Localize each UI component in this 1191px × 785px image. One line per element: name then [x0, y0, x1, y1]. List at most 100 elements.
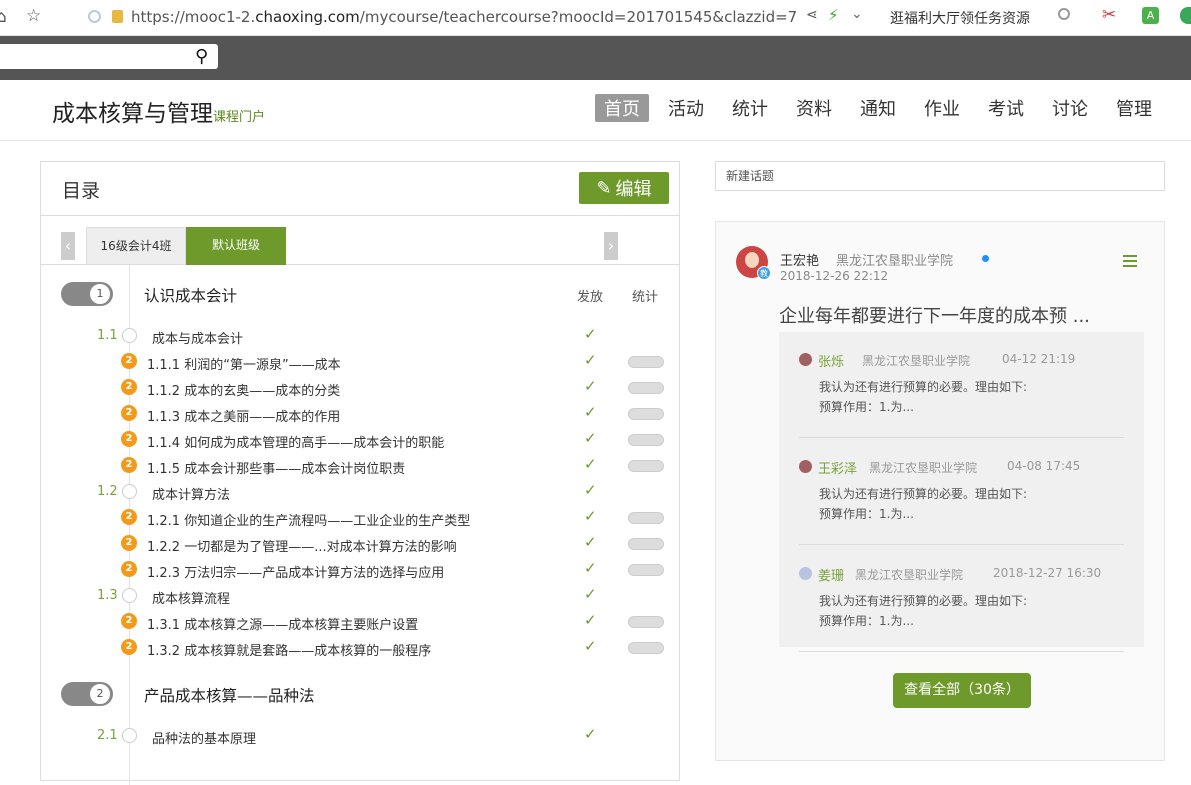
chapter-toggle[interactable]: 1	[61, 282, 113, 306]
post-author[interactable]: 王宏艳	[780, 250, 819, 269]
check-icon[interactable]: ✓	[584, 507, 597, 525]
view-all-button[interactable]: 查看全部（30条）	[893, 673, 1031, 708]
count-badge: 2	[121, 613, 137, 629]
reply-item: 王彩泽 黑龙江农垦职业学院 04-08 17:45 我认为还有进行预算的必要。理…	[799, 439, 1124, 545]
check-icon[interactable]: ✓	[584, 455, 597, 473]
stats-toggle[interactable]	[628, 460, 664, 472]
star-icon[interactable]: ☆	[26, 6, 41, 26]
stats-toggle[interactable]	[628, 356, 664, 368]
tab-default-class[interactable]: 默认班级	[186, 227, 286, 265]
extension2-icon[interactable]	[1180, 7, 1191, 24]
nav-homework[interactable]: 作业	[915, 94, 969, 122]
nav-activities[interactable]: 活动	[659, 94, 713, 122]
count-badge: 2	[121, 379, 137, 395]
course-header: 成本核算与管理课程门户 首页 活动 统计 资料 通知 作业 考试 讨论 管理	[0, 80, 1191, 141]
section-row[interactable]: 2.1 品种法的基本原理 ✓	[41, 725, 679, 749]
bookmark-link[interactable]: 逛福利大厅领任务资源	[890, 8, 1030, 28]
chapter-header: 2 产品成本核算——品种法	[41, 682, 679, 710]
edit-button[interactable]: ✎ 编辑	[579, 172, 669, 204]
check-icon[interactable]: ✓	[584, 533, 597, 551]
check-icon[interactable]: ✓	[584, 725, 597, 743]
count-badge: 2	[121, 457, 137, 473]
stats-toggle[interactable]	[628, 408, 664, 420]
url-field[interactable]: https://mooc1-2.chaoxing.com/mycourse/te…	[131, 8, 796, 26]
avatar[interactable]	[799, 567, 812, 580]
check-icon[interactable]: ✓	[584, 637, 597, 655]
tab-prev-arrow[interactable]: ‹	[61, 232, 75, 260]
lesson-row[interactable]: 2 1.2.1 你知道企业的生产流程吗——工业企业的生产类型 ✓	[41, 507, 679, 531]
search-input[interactable]	[0, 44, 218, 69]
lesson-row[interactable]: 2 1.3.1 成本核算之源——成本核算主要账户设置 ✓	[41, 611, 679, 635]
course-title: 成本核算与管理课程门户	[52, 101, 266, 127]
chapter-header: 1 认识成本会计 发放 统计	[41, 282, 679, 310]
check-icon[interactable]: ✓	[584, 585, 597, 603]
nav-home[interactable]: 首页	[595, 94, 649, 122]
section-row[interactable]: 1.1 成本与成本会计 ✓	[41, 325, 679, 349]
post-school: 黑龙江农垦职业学院	[836, 254, 954, 269]
lesson-row[interactable]: 2 1.2.2 一切都是为了管理——...对成本计算方法的影响 ✓	[41, 533, 679, 557]
stats-toggle[interactable]	[628, 434, 664, 446]
search-icon[interactable]: ⚲	[195, 46, 208, 67]
home-icon[interactable]: ⌂	[0, 7, 7, 27]
nav-notices[interactable]: 通知	[851, 94, 905, 122]
check-icon[interactable]: ✓	[584, 611, 597, 629]
check-icon[interactable]: ✓	[584, 325, 597, 343]
tab-next-arrow[interactable]: ›	[604, 232, 618, 260]
share-icon[interactable]: ⋖	[806, 7, 818, 23]
stats-toggle[interactable]	[628, 642, 664, 654]
course-portal-link[interactable]: 课程门户	[213, 110, 265, 125]
count-badge: 2	[121, 561, 137, 577]
menu-icon[interactable]	[1123, 255, 1137, 267]
avatar[interactable]	[799, 353, 812, 366]
stats-toggle[interactable]	[628, 564, 664, 576]
count-badge: 2	[121, 639, 137, 655]
lesson-row[interactable]: 2 1.2.3 万法归宗——产品成本计算方法的选择与应用 ✓	[41, 559, 679, 583]
nav-materials[interactable]: 资料	[787, 94, 841, 122]
check-icon[interactable]: ✓	[584, 481, 597, 499]
count-badge: 2	[121, 353, 137, 369]
reply-item: 姜珊 黑龙江农垦职业学院 2018-12-27 16:30 我认为还有进行预算的…	[799, 546, 1124, 652]
tab-class-4[interactable]: 16级会计4班	[86, 227, 186, 265]
status-circle	[122, 484, 137, 499]
extension-icon[interactable]: A	[1142, 7, 1159, 24]
teacher-badge: 教	[757, 266, 771, 280]
chevron-down-icon[interactable]: ⌄	[851, 6, 863, 22]
stats-toggle[interactable]	[628, 616, 664, 628]
stats-toggle[interactable]	[628, 382, 664, 394]
nav-discussion[interactable]: 讨论	[1043, 94, 1097, 122]
lightning-icon[interactable]: ⚡	[828, 6, 839, 24]
post-title[interactable]: 企业每年都要进行下一年度的成本预 ...	[779, 302, 1090, 328]
new-topic-input[interactable]: 新建话题	[715, 161, 1165, 191]
catalog-panel: 目录 ✎ 编辑 ‹ 16级会计4班 默认班级 › 1 认识成本会计 发放 统计 1…	[40, 161, 680, 785]
stats-toggle[interactable]	[628, 512, 664, 524]
pencil-icon: ✎	[596, 177, 612, 199]
search-icon[interactable]	[1058, 8, 1070, 20]
lesson-row[interactable]: 2 1.3.2 成本核算就是套路——成本核算的一般程序 ✓	[41, 637, 679, 661]
count-badge: 2	[121, 509, 137, 525]
status-circle	[122, 328, 137, 343]
section-row[interactable]: 1.3 成本核算流程 ✓	[41, 585, 679, 609]
check-icon[interactable]: ✓	[584, 429, 597, 447]
chapter-toggle[interactable]: 2	[61, 682, 113, 706]
stats-column-header: 统计	[632, 290, 659, 305]
discussion-card: 教 王宏艳 黑龙江农垦职业学院 2018-12-26 22:12 企业每年都要进…	[715, 221, 1165, 761]
lesson-row[interactable]: 2 1.1.5 成本会计那些事——成本会计岗位职责 ✓	[41, 455, 679, 479]
nav-manage[interactable]: 管理	[1107, 94, 1161, 122]
lesson-row[interactable]: 2 1.1.3 成本之美丽——成本的作用 ✓	[41, 403, 679, 427]
lesson-row[interactable]: 2 1.1.1 利润的“第一源泉”——成本 ✓	[41, 351, 679, 375]
nav-statistics[interactable]: 统计	[723, 94, 777, 122]
check-icon[interactable]: ✓	[584, 403, 597, 421]
lesson-row[interactable]: 2 1.1.4 如何成为成本管理的高手——成本会计的职能 ✓	[41, 429, 679, 453]
check-icon[interactable]: ✓	[584, 377, 597, 395]
nav-exams[interactable]: 考试	[979, 94, 1033, 122]
section-row[interactable]: 1.2 成本计算方法 ✓	[41, 481, 679, 505]
check-icon[interactable]: ✓	[584, 559, 597, 577]
chapter-title: 认识成本会计	[144, 287, 238, 305]
check-icon[interactable]: ✓	[584, 351, 597, 369]
lesson-row[interactable]: 2 1.1.2 成本的玄奥——成本的分类 ✓	[41, 377, 679, 401]
status-dot	[982, 255, 989, 262]
avatar[interactable]	[799, 460, 812, 473]
scissors-icon[interactable]: ✂	[1102, 5, 1116, 25]
stats-toggle[interactable]	[628, 538, 664, 550]
status-circle	[122, 728, 137, 743]
